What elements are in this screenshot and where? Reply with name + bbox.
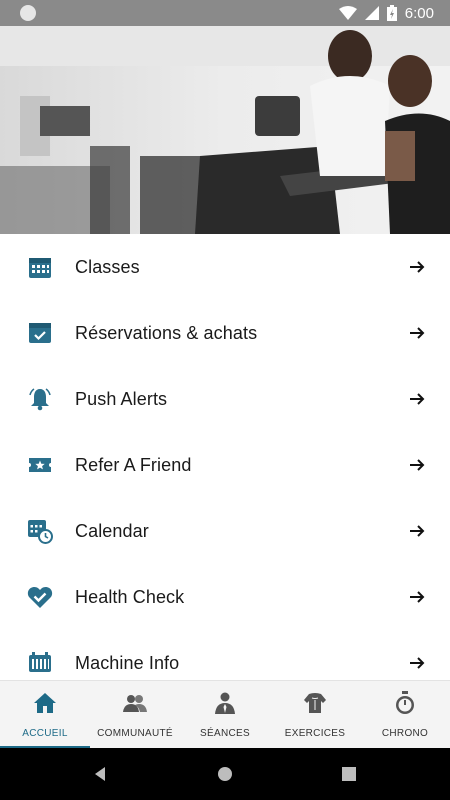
booking-check-icon (27, 320, 53, 346)
stopwatch-icon (396, 691, 414, 714)
machine-icon (27, 650, 53, 676)
status-icons: 6:00 (338, 0, 434, 26)
arrow-right-icon (410, 657, 425, 669)
calendar-grid-icon (27, 254, 53, 280)
recents-icon[interactable] (339, 764, 359, 784)
arrow-right-icon (410, 393, 425, 405)
tab-label: COMMUNAUTÉ (97, 728, 173, 739)
tab-seances[interactable]: SÉANCES (180, 681, 270, 749)
menu-item-machine-info[interactable]: Machine Info (0, 630, 450, 680)
menu-item-reservations[interactable]: Réservations & achats (0, 300, 450, 366)
wifi-icon (338, 6, 357, 20)
ticket-star-icon (27, 452, 53, 478)
tab-label: ACCUEIL (22, 728, 68, 739)
coach-icon (215, 692, 235, 714)
torso-icon (304, 693, 326, 713)
bell-icon (27, 386, 53, 412)
tab-accueil[interactable]: ACCUEIL (0, 681, 90, 749)
menu-item-label: Réservations & achats (75, 322, 258, 343)
menu-item-label: Refer A Friend (75, 454, 192, 475)
tab-label: CHRONO (381, 728, 429, 739)
community-icon (123, 695, 147, 712)
menu-list: Classes Réservations & achats Push Alert… (0, 234, 450, 680)
menu-item-calendar[interactable]: Calendar (0, 498, 450, 564)
notification-dot-icon (20, 5, 36, 21)
menu-item-classes[interactable]: Classes (0, 234, 450, 300)
system-navigation-bar (0, 748, 450, 800)
tab-chrono[interactable]: CHRONO (360, 681, 450, 749)
arrow-right-icon (410, 459, 425, 471)
menu-item-health-check[interactable]: Health Check (0, 564, 450, 630)
tab-communaute[interactable]: COMMUNAUTÉ (90, 681, 180, 749)
status-bar: 6:00 (0, 0, 450, 26)
heart-check-icon (27, 584, 53, 610)
arrow-right-icon (410, 591, 425, 603)
signal-icon (364, 6, 379, 20)
tab-label: EXERCICES (284, 728, 346, 739)
arrow-right-icon (410, 261, 425, 273)
calendar-clock-icon (27, 518, 53, 544)
status-time: 6:00 (404, 4, 434, 22)
hero-image (0, 26, 450, 234)
arrow-right-icon (410, 525, 425, 537)
menu-item-label: Classes (75, 256, 140, 277)
menu-item-label: Calendar (75, 520, 149, 541)
menu-item-label: Push Alerts (75, 388, 168, 409)
menu-item-push-alerts[interactable]: Push Alerts (0, 366, 450, 432)
menu-item-label: Machine Info (75, 652, 180, 673)
home-circle-icon[interactable] (215, 764, 235, 784)
battery-charging-icon (386, 5, 397, 21)
bottom-navigation: ACCUEIL COMMUNAUTÉ SÉANCES EXERCICES CHR… (0, 680, 450, 749)
home-icon (34, 693, 56, 713)
arrow-right-icon (410, 327, 425, 339)
back-icon[interactable] (90, 764, 110, 784)
tab-exercices[interactable]: EXERCICES (270, 681, 360, 749)
tab-label: SÉANCES (200, 728, 250, 739)
menu-item-label: Health Check (75, 586, 185, 607)
menu-item-refer-a-friend[interactable]: Refer A Friend (0, 432, 450, 498)
